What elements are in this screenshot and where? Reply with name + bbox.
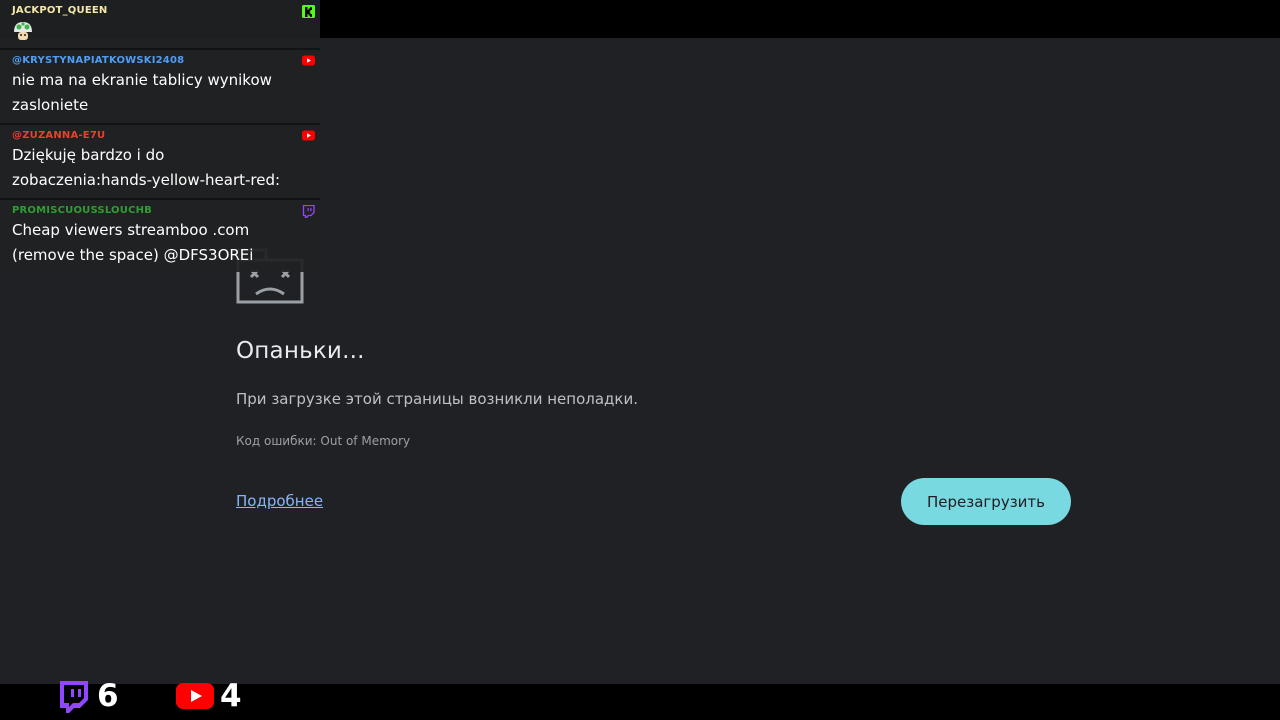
chat-username: @ZUZANNA-E7U xyxy=(12,130,106,141)
twitch-viewer-count: 6 xyxy=(57,676,119,716)
youtube-icon xyxy=(302,130,315,141)
twitch-icon xyxy=(302,205,315,218)
chat-username: JACKPOT_QUEEN xyxy=(12,5,108,16)
error-message: При загрузке этой страницы возникли непо… xyxy=(236,390,638,408)
error-code: Код ошибки: Out of Memory xyxy=(236,434,411,448)
chat-message: @KRYSTYNAPIATKOWSKI2408 nie ma na ekrani… xyxy=(0,50,320,125)
kick-icon xyxy=(302,5,315,18)
youtube-viewer-count: 4 xyxy=(176,676,242,716)
chat-message: JACKPOT_QUEEN xyxy=(0,0,320,50)
chat-text: Cheap viewers streamboo .com (remove the… xyxy=(12,221,254,264)
chat-overlay: JACKPOT_QUEEN @KRYSTYNAPIATKOWSKI2408 ni… xyxy=(0,0,320,272)
mushroom-emote-icon xyxy=(14,22,32,40)
error-title: Опаньки... xyxy=(236,338,365,364)
twitch-viewer-number: 6 xyxy=(97,678,119,714)
twitch-icon xyxy=(60,681,88,713)
chat-username: @KRYSTYNAPIATKOWSKI2408 xyxy=(12,55,185,66)
chat-message: @ZUZANNA-E7U Dziękuję bardzo i do zobacz… xyxy=(0,125,320,200)
youtube-viewer-number: 4 xyxy=(220,678,242,714)
chat-username: PROMISCUOUSSLOUCHB xyxy=(12,205,153,216)
details-link[interactable]: Подробнее xyxy=(236,492,323,510)
chat-message: PROMISCUOUSSLOUCHB Cheap viewers streamb… xyxy=(0,200,320,272)
youtube-icon xyxy=(176,683,214,709)
reload-button[interactable]: Перезагрузить xyxy=(901,478,1071,525)
youtube-icon xyxy=(302,55,315,66)
chat-text: Dziękuję bardzo i do zobaczenia:hands-ye… xyxy=(12,146,281,189)
chat-text: nie ma na ekranie tablicy wynikow zaslon… xyxy=(12,71,272,114)
